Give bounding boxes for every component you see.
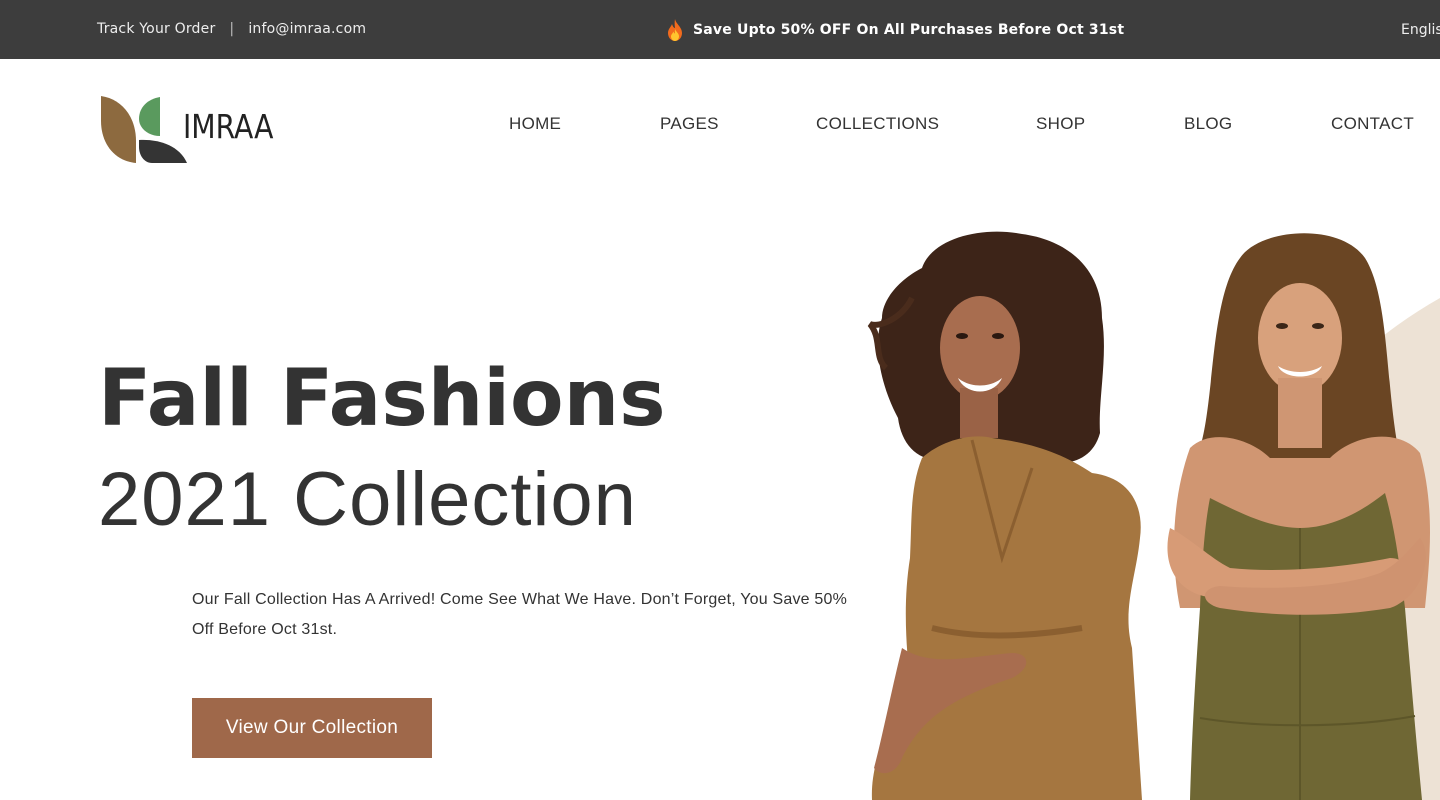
track-order-link[interactable]: Track Your Order [97, 21, 215, 37]
nav-contact[interactable]: CONTACT [1331, 114, 1414, 134]
top-bar-links: Track Your Order | info@imraa.com [97, 21, 366, 37]
separator: | [229, 21, 235, 37]
nav-pages[interactable]: PAGES [660, 114, 719, 134]
promo-banner: Save Upto 50% OFF On All Purchases Befor… [666, 19, 1124, 41]
nav-shop[interactable]: SHOP [1036, 114, 1085, 134]
top-bar: Track Your Order | info@imraa.com Save U… [0, 0, 1440, 59]
main-nav: HOME PAGES COLLECTIONS SHOP BLOG CONTACT [0, 114, 1440, 136]
hero-subtitle: 2021 Collection [98, 457, 637, 542]
hero-title: Fall Fashions [98, 354, 666, 444]
nav-home[interactable]: HOME [509, 114, 561, 134]
fire-icon [666, 19, 684, 41]
promo-text: Save Upto 50% OFF On All Purchases Befor… [693, 22, 1125, 38]
nav-blog[interactable]: BLOG [1184, 114, 1232, 134]
hero-image-model-1 [867, 231, 1142, 800]
hero-description: Our Fall Collection Has A Arrived! Come … [192, 591, 848, 638]
view-collection-button[interactable]: View Our Collection [192, 698, 432, 758]
email-link[interactable]: info@imraa.com [248, 21, 366, 37]
hero-image-model-2 [1167, 233, 1430, 800]
nav-collections[interactable]: COLLECTIONS [816, 114, 939, 134]
language-selector[interactable]: English [1401, 22, 1440, 38]
